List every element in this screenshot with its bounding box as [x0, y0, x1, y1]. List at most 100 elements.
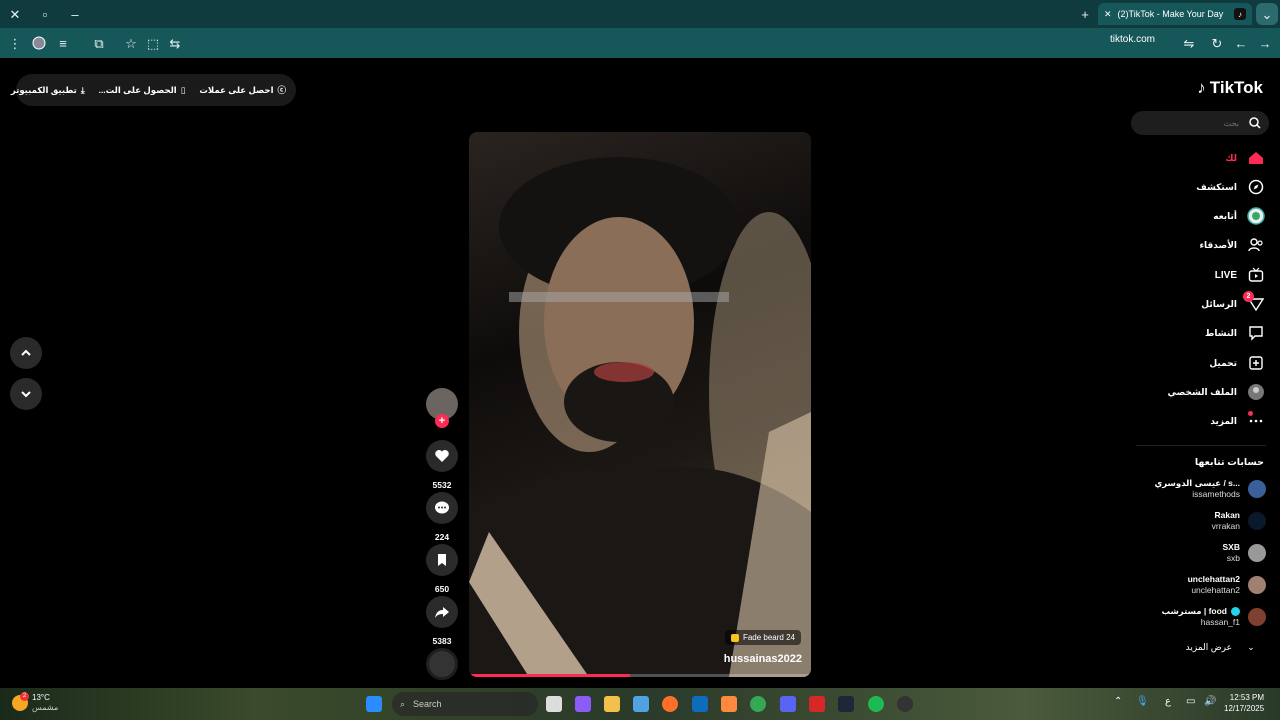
- nav-live[interactable]: LIVE: [1215, 264, 1265, 286]
- file-explorer-icon[interactable]: [604, 696, 620, 712]
- discord-icon[interactable]: [780, 696, 796, 712]
- next-video-button[interactable]: [10, 378, 42, 410]
- extensions-icon[interactable]: ⧉: [88, 32, 110, 54]
- profile-avatar-icon: [1247, 383, 1265, 401]
- microphone-icon[interactable]: 🎙: [1136, 696, 1149, 707]
- save-action[interactable]: 650: [426, 544, 458, 594]
- nav-following[interactable]: أتابعه: [1213, 205, 1265, 227]
- network-icon[interactable]: ▭: [1186, 696, 1195, 707]
- task-view-icon[interactable]: [546, 696, 562, 712]
- tiktok-note-icon: ♪: [1197, 78, 1206, 97]
- store-icon[interactable]: [633, 696, 649, 712]
- steam-icon[interactable]: [838, 696, 854, 712]
- nav-label: استكشف: [1196, 181, 1237, 192]
- desktop-app-label: تطبيق الكمبيوتر: [10, 84, 77, 95]
- account-avatar: [1248, 512, 1266, 530]
- close-window-icon[interactable]: ✕: [4, 3, 26, 25]
- app-red-icon[interactable]: [809, 696, 825, 712]
- tab-search-chevron-icon[interactable]: ⌄: [1256, 3, 1278, 25]
- reading-list-icon[interactable]: ≡: [52, 32, 74, 54]
- like-action[interactable]: 5532: [426, 440, 458, 490]
- input-language[interactable]: ع: [1165, 696, 1171, 707]
- account-name: عيسى الدوسري / s...: [1154, 478, 1240, 488]
- firefox-icon[interactable]: [662, 696, 678, 712]
- volume-icon[interactable]: 🔊: [1204, 696, 1216, 707]
- tray-overflow-icon[interactable]: ⌃: [1114, 696, 1122, 707]
- follow-plus-icon[interactable]: +: [435, 414, 449, 428]
- maximize-window-icon[interactable]: ▫: [34, 3, 56, 25]
- nav-activity[interactable]: النشاط: [1205, 322, 1265, 344]
- following-account[interactable]: unclehattan2 unclehattan2: [1188, 572, 1266, 598]
- desktop-app-button[interactable]: ⤓ تطبيق الكمبيوتر: [11, 85, 85, 96]
- nav-profile[interactable]: الملف الشخصي: [1168, 381, 1265, 403]
- messages-icon: 2: [1243, 291, 1265, 313]
- sound-disc[interactable]: [426, 648, 458, 680]
- nav-explore[interactable]: استكشف: [1196, 176, 1265, 198]
- video-username[interactable]: hussainas2022: [724, 653, 802, 665]
- search-input[interactable]: [1139, 118, 1239, 128]
- forward-icon[interactable]: →: [1254, 32, 1276, 54]
- active-tab[interactable]: ✕ (2)TikTok - Make Your Day ♪: [1098, 3, 1252, 25]
- tiktok-logo[interactable]: ♪ TikTok: [1197, 78, 1263, 98]
- app-dark-icon[interactable]: [897, 696, 913, 712]
- minimize-window-icon[interactable]: –: [64, 3, 86, 25]
- download-icon: ⤓: [80, 84, 85, 95]
- address-bar-url[interactable]: tiktok.com: [1110, 34, 1155, 45]
- spotify-icon[interactable]: [868, 696, 884, 712]
- nav-upload[interactable]: تحميل: [1209, 352, 1265, 374]
- heart-icon[interactable]: [426, 440, 458, 472]
- browser-profile-icon[interactable]: [28, 32, 50, 54]
- search-icon[interactable]: [1249, 117, 1261, 129]
- nav-messages[interactable]: الرسائل 2: [1201, 291, 1265, 315]
- comment-action[interactable]: 224: [426, 492, 458, 542]
- chevron-down-icon: ⌄: [1247, 641, 1255, 652]
- nav-more[interactable]: المزيد: [1210, 410, 1265, 432]
- account-name: SXB: [1222, 542, 1240, 552]
- translate-icon[interactable]: ⇆: [164, 32, 186, 54]
- new-tab-button[interactable]: +: [1074, 3, 1096, 25]
- following-avatar-icon: [1247, 207, 1265, 225]
- outlook-icon[interactable]: [692, 696, 708, 712]
- site-settings-icon[interactable]: ⇋: [1178, 32, 1200, 54]
- bookmark-icon[interactable]: [426, 544, 458, 576]
- progress-bar[interactable]: [469, 674, 630, 677]
- browser-toolbar: ⋮ ≡ ⧉ ☆ ⬚ ⇆ tiktok.com ⇋ ↻ ← →: [0, 28, 1280, 58]
- nav-label: الأصدقاء: [1199, 239, 1237, 250]
- taskbar-search[interactable]: ⌕ Search: [392, 692, 538, 716]
- bookmark-star-icon[interactable]: ☆: [120, 32, 142, 54]
- clock[interactable]: 12:53 PM 12/17/2025: [1224, 692, 1264, 714]
- creator-avatar[interactable]: +: [426, 388, 458, 428]
- search-box[interactable]: [1131, 111, 1269, 135]
- previous-video-button[interactable]: [10, 337, 42, 369]
- following-account[interactable]: Rakan vrrakan: [1212, 508, 1266, 534]
- nav-label: تحميل: [1209, 357, 1237, 368]
- get-app-button[interactable]: ▯ الحصول على الت...: [99, 85, 186, 96]
- share-action[interactable]: 5383: [426, 596, 458, 646]
- video-tag-badge[interactable]: Fade beard 24: [724, 630, 801, 645]
- following-account[interactable]: SXB sxb: [1223, 540, 1266, 566]
- share-icon[interactable]: [426, 596, 458, 628]
- browser-menu-icon[interactable]: ⋮: [4, 32, 26, 54]
- nav-friends[interactable]: الأصدقاء: [1199, 234, 1265, 256]
- screenshot-icon[interactable]: ⬚: [142, 32, 164, 54]
- following-account[interactable]: عيسى الدوسري / s... issamethods: [1154, 476, 1266, 502]
- friends-icon: [1247, 236, 1265, 254]
- nav-for-you[interactable]: لك: [1225, 147, 1265, 169]
- more-icon: [1247, 411, 1265, 430]
- reload-icon[interactable]: ↻: [1206, 32, 1228, 54]
- see-more-button[interactable]: عرض المزيد ⌄: [1186, 636, 1260, 658]
- back-icon[interactable]: ←: [1230, 32, 1252, 54]
- chrome-icon[interactable]: [750, 696, 766, 712]
- following-account[interactable]: مسترشب | food hassan_f1: [1161, 604, 1266, 630]
- comment-icon[interactable]: [426, 492, 458, 524]
- tiktok-page: ⓒ احصل على عملات ▯ الحصول على الت... ⤓ ت…: [0, 58, 1280, 688]
- get-coins-button[interactable]: ⓒ احصل على عملات: [199, 84, 286, 96]
- weather-widget[interactable]: 2 13°C مشمس: [12, 692, 58, 713]
- copilot-icon[interactable]: [575, 696, 591, 712]
- get-coins-label: احصل على عملات: [199, 84, 274, 95]
- tab-close-icon[interactable]: ✕: [1104, 9, 1112, 20]
- comment-count: 224: [434, 532, 450, 542]
- start-button-windows-icon[interactable]: [366, 696, 382, 712]
- video-player[interactable]: Fade beard 24 hussainas2022: [469, 132, 811, 677]
- app-a-icon[interactable]: [721, 696, 737, 712]
